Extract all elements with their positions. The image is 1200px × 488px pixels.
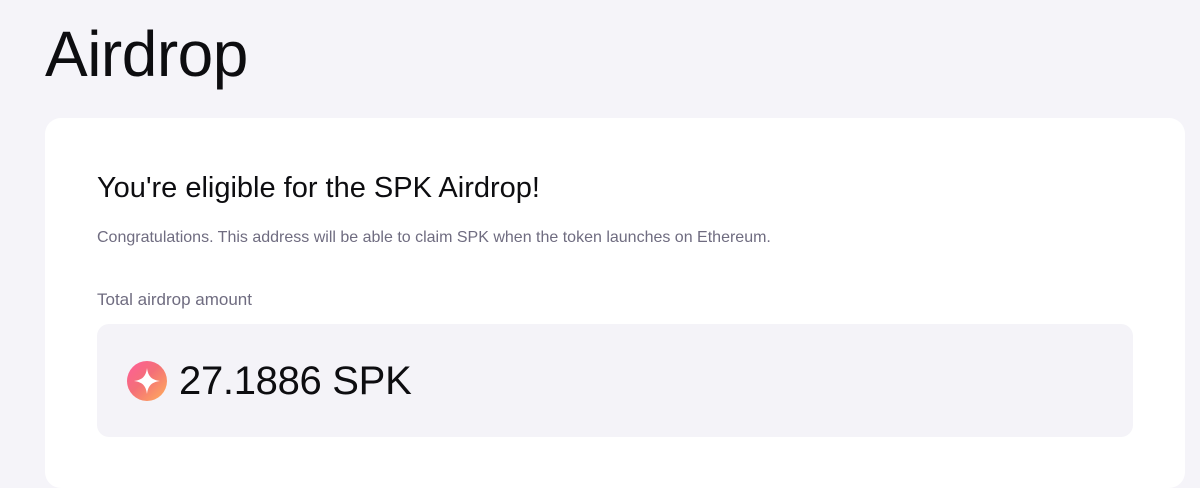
page-title: Airdrop bbox=[45, 18, 248, 90]
eligibility-description: Congratulations. This address will be ab… bbox=[97, 229, 771, 246]
spk-token-icon bbox=[127, 361, 167, 401]
airdrop-amount-value: 27.1886 SPK bbox=[179, 359, 412, 403]
airdrop-eligibility-card: You're eligible for the SPK Airdrop! Con… bbox=[45, 118, 1185, 488]
eligibility-heading: You're eligible for the SPK Airdrop! bbox=[97, 172, 540, 204]
total-airdrop-amount-label: Total airdrop amount bbox=[97, 290, 252, 309]
airdrop-amount-box: 27.1886 SPK bbox=[97, 324, 1133, 437]
